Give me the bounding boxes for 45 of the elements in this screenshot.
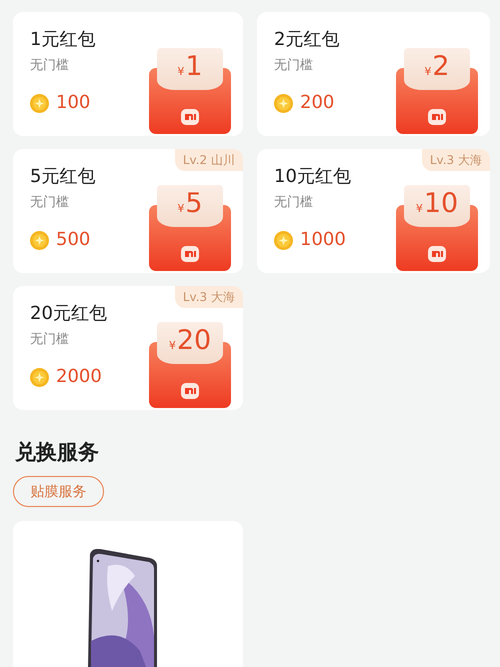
logo-icon	[181, 246, 199, 262]
coin-cost: 100	[56, 92, 90, 114]
coin-icon	[30, 94, 49, 112]
coin-cost: 500	[56, 229, 90, 251]
coupon-amount: 10	[424, 187, 458, 221]
level-badge: Lv.3 大海	[422, 149, 490, 171]
coupon-title: 20元红包	[30, 302, 107, 326]
coupon-card[interactable]: 10元红包 无门槛 1000 ¥10 Lv.3 大海	[257, 149, 490, 273]
coupon-card[interactable]: 20元红包 无门槛 2000 ¥20 Lv.3 大海	[13, 286, 243, 410]
coupon-amount: 2	[432, 50, 450, 84]
coupon-title: 1元红包	[30, 28, 96, 52]
coin-icon	[30, 368, 49, 386]
coin-cost: 1000	[300, 229, 346, 251]
coupon-title: 2元红包	[274, 28, 340, 52]
coupon-condition: 无门槛	[274, 57, 314, 75]
section-heading: 兑换服务	[15, 439, 100, 466]
coin-icon	[274, 94, 293, 112]
currency-symbol: ¥	[424, 65, 432, 78]
logo-icon	[428, 246, 446, 262]
coupon-condition: 无门槛	[274, 194, 314, 212]
coupon-condition: 无门槛	[30, 194, 70, 212]
level-badge: Lv.2 山川	[174, 149, 243, 171]
coupon-card[interactable]: 5元红包 无门槛 500 ¥5 Lv.2 山川	[13, 149, 243, 273]
coin-icon	[30, 230, 49, 250]
coupon-amount: 5	[185, 187, 203, 221]
product-card[interactable]	[13, 521, 243, 667]
currency-symbol: ¥	[177, 202, 184, 215]
coin-icon	[274, 230, 293, 250]
logo-icon	[181, 383, 199, 399]
coupon-condition: 无门槛	[30, 331, 70, 349]
coupon-card[interactable]: 1元红包 无门槛 100 ¥1	[13, 12, 243, 136]
coupon-amount: 20	[176, 324, 212, 358]
coupon-amount: 1	[185, 50, 203, 84]
level-badge: Lv.3 大海	[174, 286, 243, 308]
currency-symbol: ¥	[168, 339, 176, 352]
coin-cost: 200	[300, 92, 334, 114]
currency-symbol: ¥	[177, 65, 184, 78]
logo-icon	[181, 109, 199, 125]
coin-cost: 2000	[56, 366, 102, 388]
coupon-condition: 无门槛	[30, 57, 70, 75]
coupon-title: 10元红包	[274, 165, 351, 189]
coupon-card[interactable]: 2元红包 无门槛 200 ¥2	[257, 12, 490, 136]
coupon-title: 5元红包	[30, 165, 96, 189]
currency-symbol: ¥	[416, 202, 423, 215]
logo-icon	[428, 109, 446, 125]
